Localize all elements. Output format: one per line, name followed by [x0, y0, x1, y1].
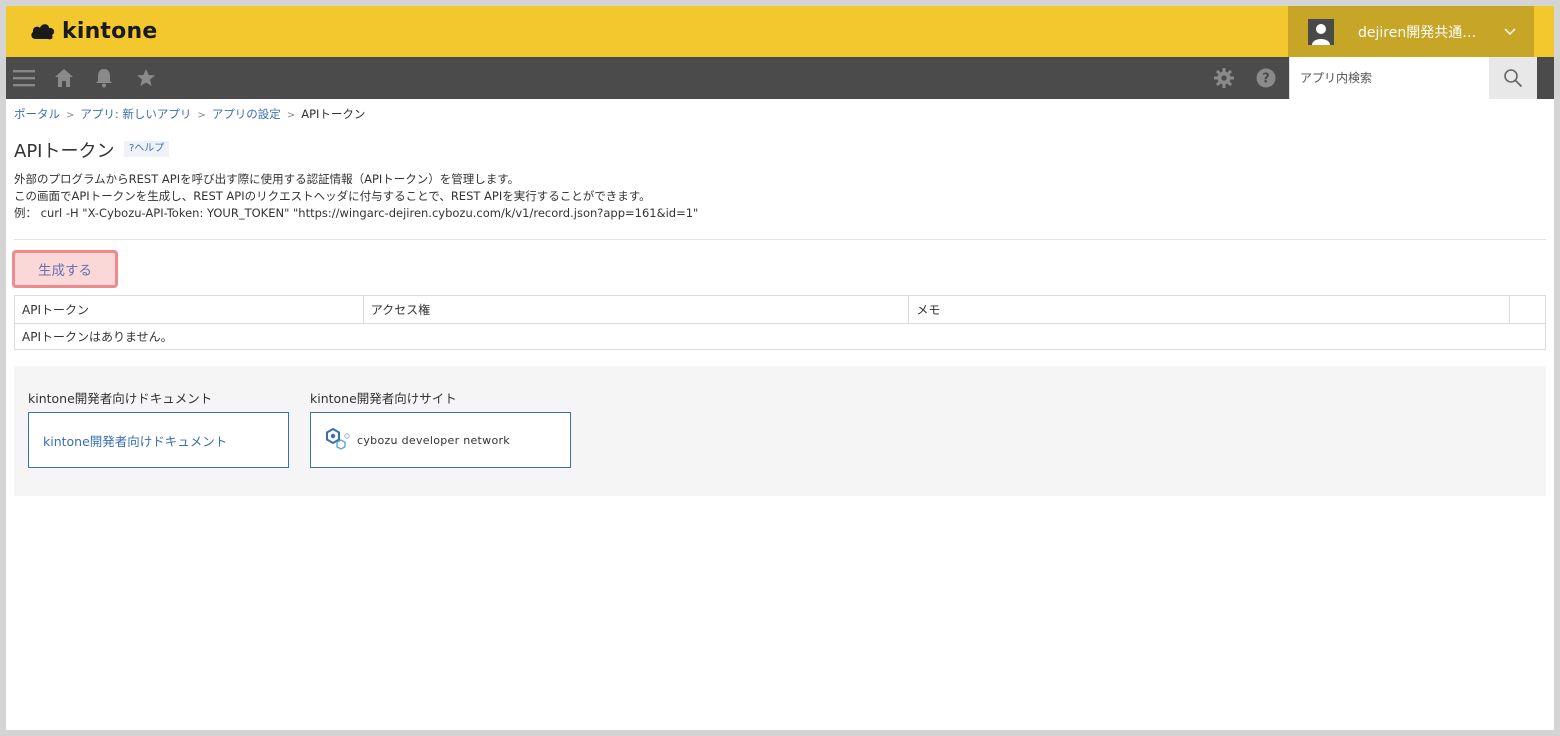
breadcrumb-app[interactable]: アプリ: 新しいアプリ	[80, 107, 191, 121]
developer-docs-link[interactable]: kintone開発者向けドキュメント	[28, 412, 289, 468]
column-header-memo: メモ	[908, 295, 1510, 324]
breadcrumb-separator: >	[66, 110, 75, 121]
app-window: kintone dejiren開発共通… ? アプリ内検索 ポータル > アプリ…	[6, 6, 1554, 730]
divider	[14, 239, 1546, 240]
table-row: APIトークンはありません。	[14, 323, 1546, 350]
page-description: 外部のプログラムからREST APIを呼び出す際に使用する認証情報（APIトーク…	[14, 171, 698, 222]
table-header-row: APIトークン アクセス権 メモ	[14, 295, 1547, 324]
user-avatar-icon	[1308, 18, 1334, 45]
user-name: dejiren開発共通…	[1358, 24, 1477, 41]
cybozu-developer-network-logo: cybozu developer network	[325, 427, 510, 453]
column-header-access: アクセス権	[362, 295, 910, 324]
cloud-logo-icon	[31, 24, 55, 40]
home-icon[interactable]	[52, 66, 76, 90]
search-button[interactable]	[1489, 57, 1537, 99]
svg-text:?: ?	[1262, 72, 1270, 87]
logo-text: kintone	[62, 18, 158, 44]
global-navbar: ?	[6, 57, 1554, 99]
generate-token-button[interactable]: 生成する	[12, 250, 118, 288]
column-header-actions	[1508, 295, 1547, 324]
breadcrumb-current: APIトークン	[301, 107, 366, 121]
breadcrumb-app-settings[interactable]: アプリの設定	[212, 107, 281, 121]
breadcrumb: ポータル > アプリ: 新しいアプリ > アプリの設定 > APIトークン	[14, 106, 365, 122]
site-section-title: kintone開発者向けサイト	[310, 391, 457, 406]
menu-icon[interactable]	[12, 66, 36, 90]
chevron-down-icon	[1504, 28, 1516, 35]
description-line: この画面でAPIトークンを生成し、REST APIのリクエストヘッダに付与するこ…	[14, 189, 651, 203]
cybozu-developer-network-link[interactable]: cybozu developer network	[310, 412, 571, 468]
help-link[interactable]: ?ヘルプ	[124, 141, 170, 157]
breadcrumb-separator: >	[286, 110, 296, 121]
description-line: 例： curl -H "X-Cybozu-API-Token: YOUR_TOK…	[14, 206, 699, 220]
help-icon[interactable]: ?	[1254, 66, 1278, 90]
api-token-table: APIトークン アクセス権 メモ APIトークンはありません。	[14, 295, 1547, 350]
app-search-input[interactable]	[1289, 57, 1489, 99]
breadcrumb-portal[interactable]: ポータル	[14, 107, 60, 121]
developer-links-panel: kintone開発者向けドキュメント kintone開発者向けサイト kinto…	[14, 366, 1546, 496]
description-line: 外部のプログラムからREST APIを呼び出す際に使用する認証情報（APIトーク…	[14, 172, 520, 186]
cdn-link-label: cybozu developer network	[357, 433, 510, 447]
search-icon	[1504, 69, 1523, 88]
column-header-token: APIトークン	[14, 295, 364, 324]
breadcrumb-separator: >	[197, 110, 206, 121]
user-menu[interactable]: dejiren開発共通…	[1288, 6, 1534, 57]
docs-section-title: kintone開発者向けドキュメント	[28, 391, 213, 406]
developer-docs-link-label: kintone開発者向けドキュメント	[43, 433, 228, 449]
top-header: kintone dejiren開発共通…	[6, 6, 1554, 57]
gear-icon[interactable]	[1212, 66, 1236, 90]
empty-message: APIトークンはありません。	[14, 323, 1546, 350]
bell-icon[interactable]	[92, 66, 116, 90]
page-title: APIトークン	[14, 141, 115, 162]
cdn-hexagon-icon	[326, 427, 350, 450]
kintone-logo[interactable]: kintone	[30, 16, 157, 46]
star-icon[interactable]	[134, 66, 158, 90]
